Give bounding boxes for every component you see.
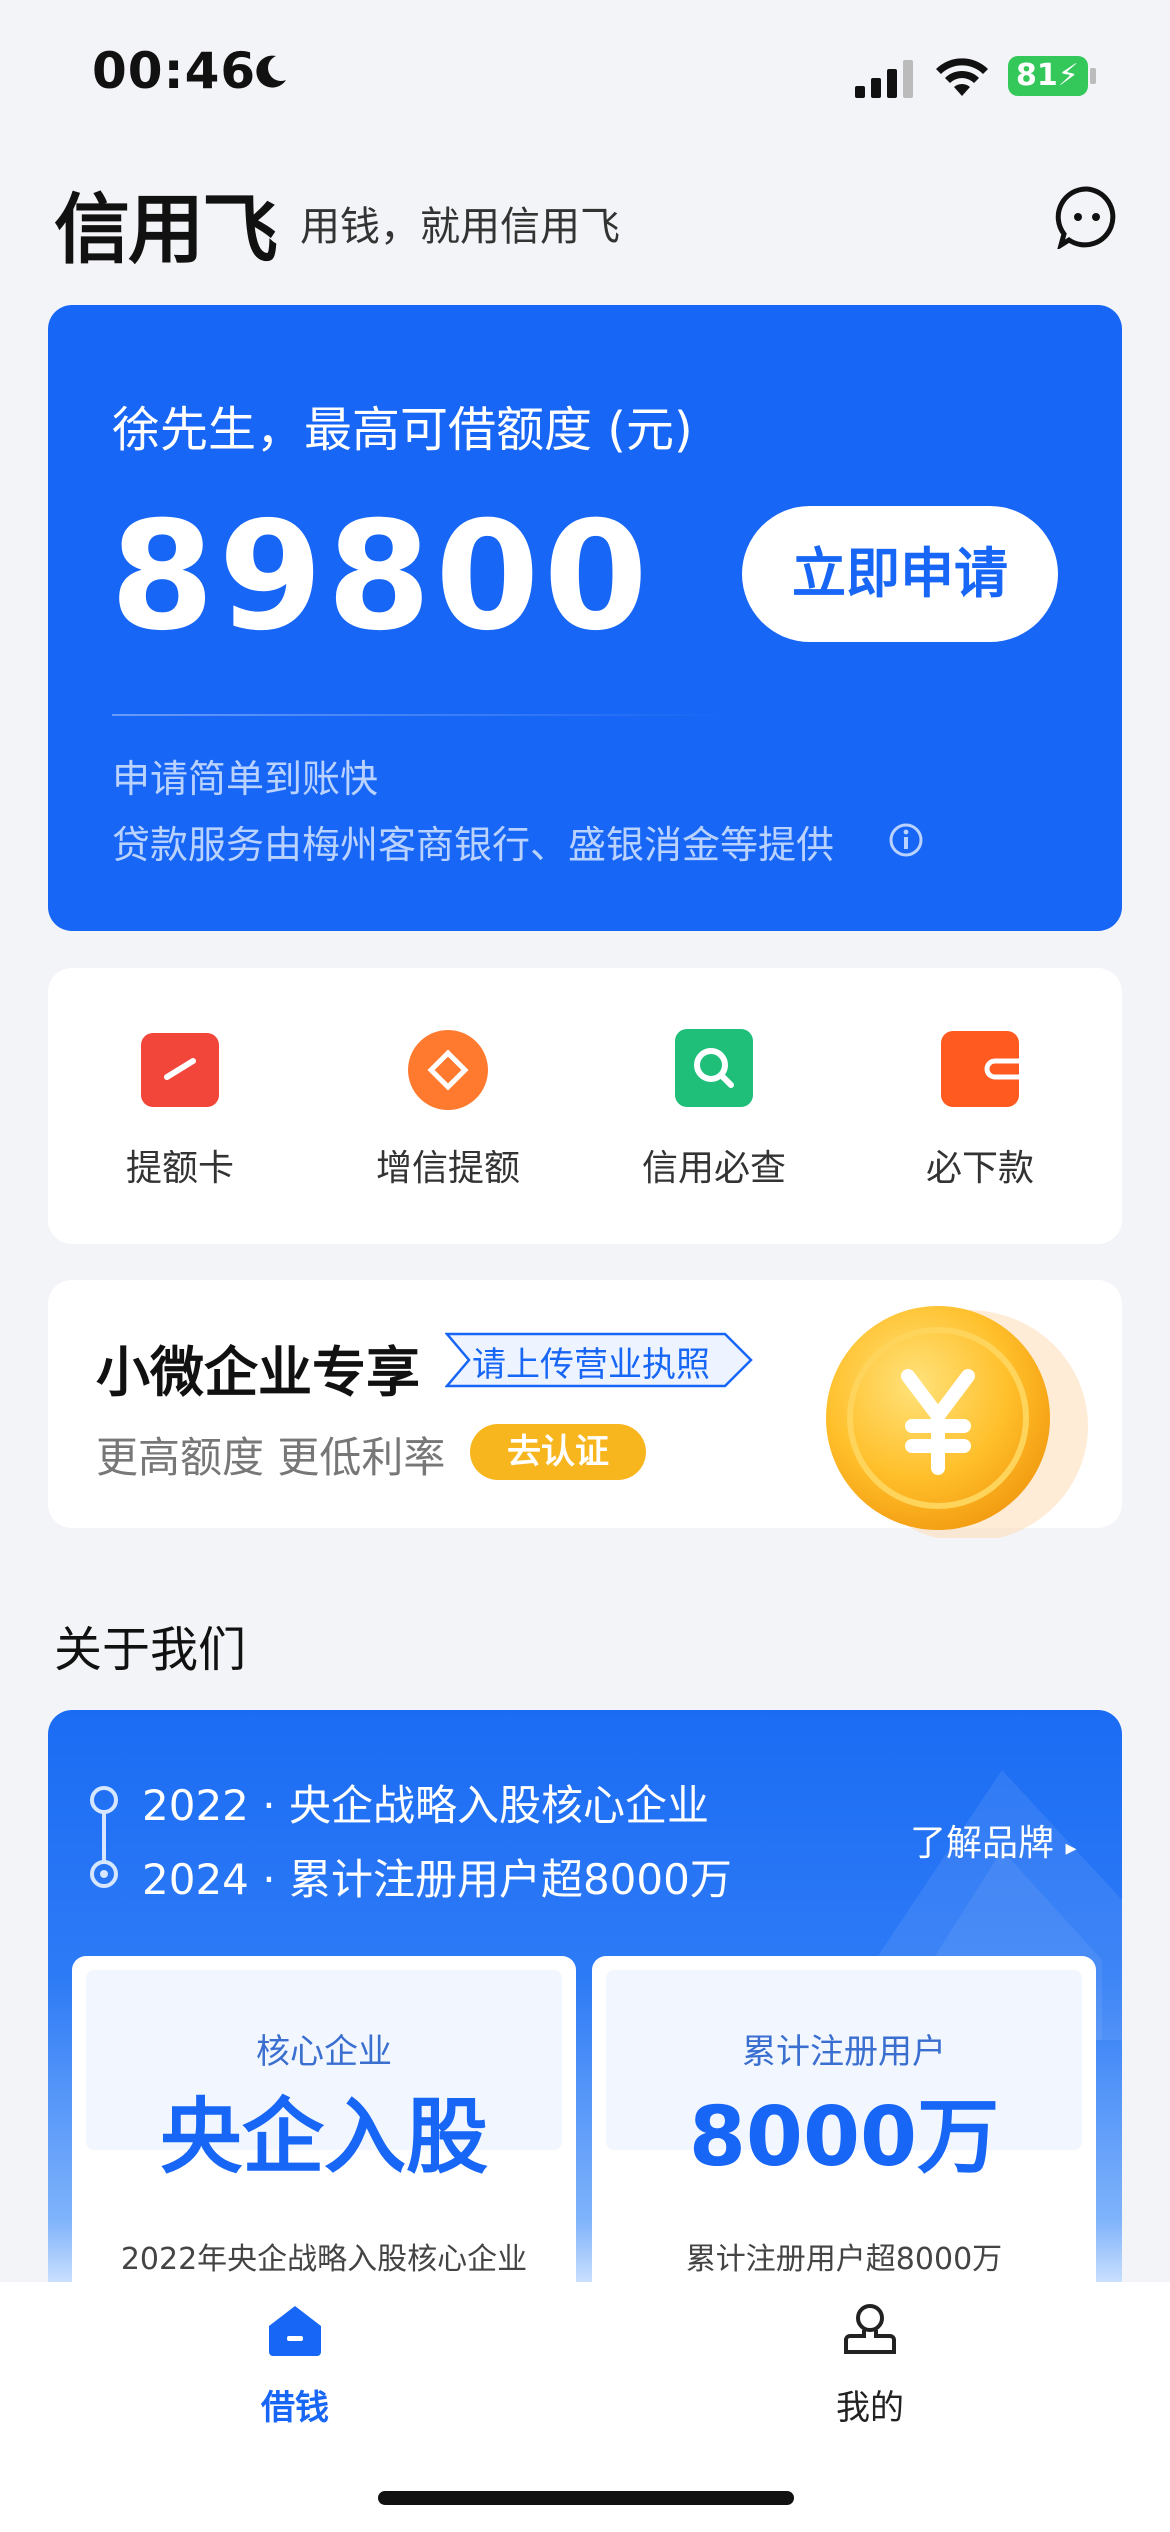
tab-label: 我的 — [836, 2388, 904, 2428]
stat-label: 核心企业 — [256, 2032, 392, 2072]
diamond-icon — [408, 1030, 488, 1110]
moon-icon — [256, 55, 286, 88]
stat-card: 累计注册用户 8000万 累计注册用户超8000万 — [592, 1956, 1096, 2316]
loan-provider-note: 贷款服务由梅州客商银行、盛银消金等提供 — [112, 823, 835, 867]
stat-header: 核心企业 央企入股 — [86, 1970, 562, 2185]
tab-label: 借钱 — [261, 2388, 329, 2428]
sme-subtitle: 更高额度 更低利率 — [96, 1433, 446, 1482]
home-icon — [269, 2306, 321, 2356]
stat-card: 核心企业 央企入股 2022年央企战略入股核心企业 — [72, 1956, 576, 2316]
message-icon[interactable] — [1055, 185, 1119, 249]
action-credit-check[interactable]: 信用必查 — [604, 1025, 824, 1191]
stat-description: 2022年央企战略入股核心企业 — [120, 2242, 528, 2277]
cellular-signal-icon — [855, 60, 913, 98]
timeline-item: 2022 · 央企战略入股核心企业 — [142, 1781, 709, 1830]
brand-logo: 信用飞 — [54, 185, 278, 274]
stat-description: 累计注册用户超8000万 — [685, 2242, 1003, 2277]
stat-header: 累计注册用户 8000万 — [606, 1970, 1082, 2185]
status-time: 00:46 — [92, 42, 257, 100]
brand-slogan: 用钱，就用信用飞 — [300, 204, 620, 250]
action-credit-card[interactable]: 提额卡 — [70, 1025, 290, 1191]
tab-mine[interactable]: 我的 — [770, 2300, 970, 2429]
action-label: 信用必查 — [641, 1148, 786, 1189]
stat-label: 累计注册用户 — [742, 2032, 946, 2072]
timeline-item: 2024 · 累计注册用户超8000万 — [142, 1855, 732, 1904]
loan-subtitle: 申请简单到账快 — [112, 757, 379, 801]
stat-value: 8000万 — [688, 2090, 1000, 2185]
sme-title: 小微企业专享 — [96, 1341, 420, 1404]
tab-borrow[interactable]: 借钱 — [195, 2300, 395, 2429]
search-icon — [675, 1029, 753, 1107]
action-guaranteed-loan[interactable]: 必下款 — [870, 1025, 1090, 1191]
action-label: 必下款 — [925, 1148, 1034, 1189]
charging-bolt-icon: ⚡ — [1057, 58, 1079, 93]
battery-cap — [1090, 68, 1096, 84]
certify-button[interactable]: 去认证 — [470, 1424, 646, 1480]
chevron-right-icon: ▸ — [1065, 1836, 1077, 1861]
battery-indicator: 81⚡ — [1008, 56, 1088, 96]
info-icon[interactable] — [888, 822, 924, 858]
credit-card-icon — [141, 1033, 219, 1107]
upload-license-link[interactable]: 请上传营业执照 — [472, 1337, 710, 1386]
loan-amount: 89800 — [110, 490, 652, 664]
action-label: 增信提额 — [375, 1148, 520, 1189]
about-title: 关于我们 — [54, 1622, 247, 1678]
loan-divider — [112, 714, 732, 716]
wallet-icon — [941, 1031, 1021, 1107]
apply-button[interactable]: 立即申请 — [742, 506, 1058, 642]
timeline-icon — [90, 1786, 118, 1888]
action-credit-boost[interactable]: 增信提额 — [338, 1025, 558, 1191]
wifi-icon — [936, 58, 988, 96]
learn-brand-link[interactable]: 了解品牌 ▸ — [910, 1814, 1077, 1866]
home-indicator — [378, 2491, 794, 2505]
action-label: 提额卡 — [125, 1148, 234, 1189]
user-icon — [844, 2304, 896, 2354]
stat-value: 央企入股 — [159, 2090, 488, 2185]
loan-greeting: 徐先生，最高可借额度 (元) — [112, 402, 693, 458]
yuan-coin-icon — [826, 1306, 1088, 1538]
